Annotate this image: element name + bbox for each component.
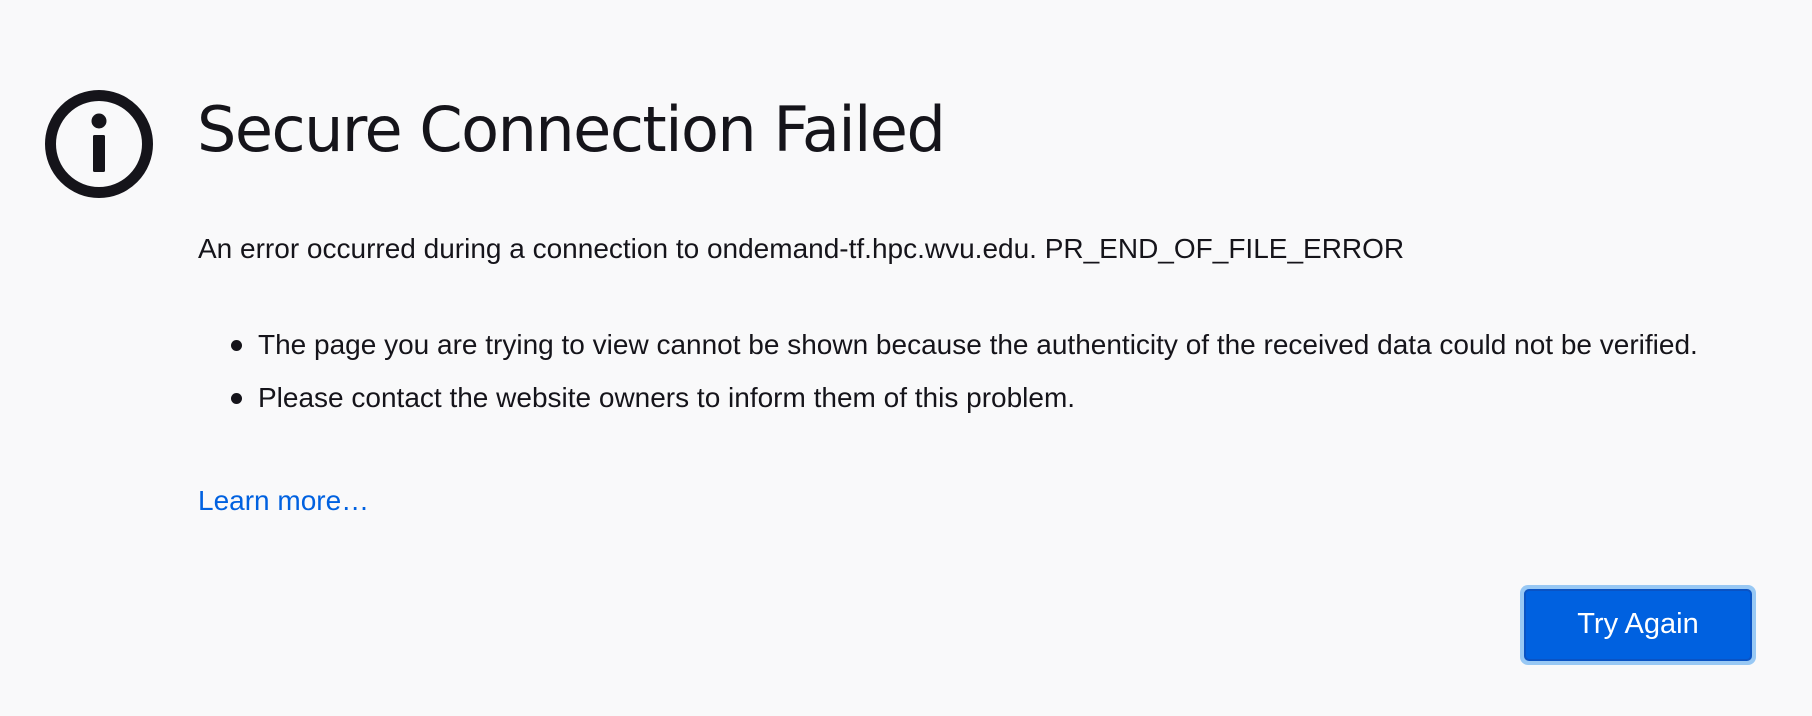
bullet-icon: [231, 340, 242, 351]
error-details-list: The page you are trying to view cannot b…: [198, 327, 1768, 433]
bullet-icon: [231, 393, 242, 404]
info-icon: [44, 89, 154, 199]
list-item: Please contact the website owners to inf…: [198, 380, 1768, 416]
list-item-text: The page you are trying to view cannot b…: [258, 329, 1698, 360]
list-item-text: Please contact the website owners to inf…: [258, 382, 1076, 413]
list-item: The page you are trying to view cannot b…: [198, 327, 1768, 363]
learn-more-link[interactable]: Learn more…: [198, 483, 369, 519]
try-again-focus-ring: Try Again: [1520, 585, 1756, 665]
page-title: Secure Connection Failed: [197, 93, 946, 166]
try-again-button[interactable]: Try Again: [1524, 589, 1752, 661]
error-description: An error occurred during a connection to…: [198, 233, 1405, 264]
